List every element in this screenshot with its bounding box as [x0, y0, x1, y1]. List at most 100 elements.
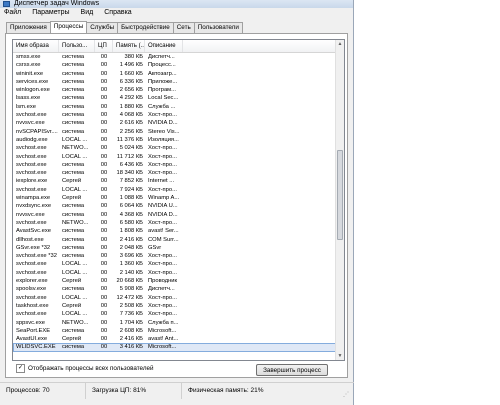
process-row[interactable]: sppsvc.exe NETWO... 00 1 704 КБ Служба п...	[13, 319, 336, 327]
process-rows: smss.exe система 00 380 КБ Диспетч... csrss.e…	[13, 53, 336, 352]
row-image-name: lsm.exe	[16, 103, 36, 110]
column-image-name[interactable]: Имя образа	[13, 40, 59, 52]
process-row[interactable]: svchost.exe LOCAL ... 00 7 736 КБ Хост-про..…	[13, 310, 336, 318]
scroll-thumb[interactable]	[337, 150, 343, 240]
process-row[interactable]: explorer.exe Сергей 00 20 668 КБ Проводник	[13, 277, 336, 285]
process-row[interactable]: SeaPort.EXE система 00 2 608 КБ Microsoft...	[13, 327, 336, 335]
process-row[interactable]: WLIDSVC.EXE система 00 3 416 КБ Microsoft...	[13, 343, 336, 352]
row-memory: 2 416 КБ	[119, 236, 143, 243]
process-row[interactable]: nvvsvc.exe система 00 2 616 КБ NVIDIA D...	[13, 119, 336, 127]
tab-performance[interactable]: Быстродействие	[117, 22, 174, 33]
process-row[interactable]: nvvsvc.exe система 00 4 368 КБ NVIDIA D...	[13, 211, 336, 219]
row-memory: 1 660 КБ	[119, 70, 143, 77]
row-user: NETWO...	[62, 145, 89, 152]
title-bar[interactable]: Диспетчер задач Windows	[0, 0, 353, 8]
process-row[interactable]: winlogon.exe система 00 2 656 КБ Програм...	[13, 86, 336, 94]
tab-users[interactable]: Пользователи	[193, 22, 243, 33]
checkbox-check-icon[interactable]: ✓	[16, 364, 25, 373]
process-row[interactable]: svchost.exe *32 система 00 3 696 КБ Хост-про…	[13, 252, 336, 260]
process-list[interactable]: Имя образа Пользо... ЦП Память (... Опис…	[12, 39, 345, 361]
row-cpu: 00	[100, 302, 108, 309]
row-description: Диспетч...	[148, 54, 175, 60]
process-row[interactable]: svchost.exe система 00 6 436 КБ Хост-про...	[13, 161, 336, 169]
row-user: LOCAL ...	[62, 261, 88, 268]
process-row[interactable]: lsm.exe система 00 1 880 КБ Служба ...	[13, 103, 336, 111]
task-manager-window: Диспетчер задач Windows Файл Параметры В…	[0, 0, 354, 405]
column-memory[interactable]: Память (...	[113, 40, 145, 52]
vertical-scrollbar[interactable]: ▲ ▼	[335, 40, 344, 360]
resize-grip-icon[interactable]: ⋰	[343, 391, 351, 399]
menu-help[interactable]: Справка	[102, 8, 133, 18]
process-row[interactable]: svchost.exe LOCAL ... 00 11 712 КБ Хост-про.…	[13, 153, 336, 161]
process-row[interactable]: svchost.exe LOCAL ... 00 2 140 КБ Хост-про..…	[13, 269, 336, 277]
row-memory: 2 256 КБ	[119, 128, 143, 135]
end-process-button[interactable]: Завершить процесс	[256, 364, 328, 376]
process-row[interactable]: svchost.exe LOCAL ... 00 12 472 КБ Хост-про.…	[13, 294, 336, 302]
row-image-name: svchost.exe	[16, 161, 47, 168]
process-row[interactable]: GSvr.exe *32 система 00 2 048 КБ GSvr	[13, 244, 336, 252]
process-row[interactable]: services.exe система 00 6 336 КБ Приложе...	[13, 78, 336, 86]
row-memory: 380 КБ	[124, 54, 143, 60]
row-user: LOCAL ...	[62, 136, 88, 143]
row-cpu: 00	[100, 103, 108, 110]
scroll-up-icon[interactable]: ▲	[336, 40, 344, 48]
process-row[interactable]: nvSCPAPISvr.... система 00 2 256 КБ Stereo V…	[13, 128, 336, 136]
process-row[interactable]: nvxdsync.exe система 00 6 064 КБ NVIDIA U...	[13, 202, 336, 210]
process-row[interactable]: dllhost.exe система 00 2 416 КБ COM Surr...	[13, 236, 336, 244]
row-cpu: 00	[100, 112, 108, 119]
process-row[interactable]: svchost.exe NETWO... 00 5 024 КБ Хост-про...	[13, 144, 336, 152]
row-cpu: 00	[100, 70, 108, 77]
row-description: Служба ...	[148, 103, 176, 110]
row-memory: 2 140 КБ	[119, 269, 143, 276]
process-row[interactable]: winampa.exe Сергей 00 1 088 КБ Winamp A...	[13, 194, 336, 202]
row-image-name: winampa.exe	[16, 195, 51, 202]
row-user: система	[62, 344, 85, 351]
process-row[interactable]: svchost.exe LOCAL ... 00 7 924 КБ Хост-про..…	[13, 186, 336, 194]
process-row[interactable]: svchost.exe система 00 18 340 КБ Хост-про...	[13, 169, 336, 177]
tab-network[interactable]: Сеть	[172, 22, 195, 33]
row-memory: 7 852 КБ	[119, 178, 143, 185]
column-description[interactable]: Описание	[145, 40, 183, 52]
process-row[interactable]: svchost.exe система 00 4 068 КБ Хост-про...	[13, 111, 336, 119]
tab-processes[interactable]: Процессы	[49, 21, 88, 33]
row-memory: 1 496 КБ	[119, 62, 143, 69]
row-description: NVIDIA D...	[148, 120, 178, 127]
row-description: Хост-про...	[148, 294, 177, 301]
process-row[interactable]: csrss.exe система 00 1 496 КБ Процесс...	[13, 61, 336, 69]
process-row[interactable]: AvastSvc.exe система 00 1 808 КБ avast! Ser.…	[13, 227, 336, 235]
column-user[interactable]: Пользо...	[59, 40, 95, 52]
row-memory: 7 736 КБ	[119, 311, 143, 318]
process-row[interactable]: smss.exe система 00 380 КБ Диспетч...	[13, 53, 336, 61]
column-cpu[interactable]: ЦП	[95, 40, 113, 52]
process-row[interactable]: lsass.exe система 00 4 292 КБ Local Sec...	[13, 94, 336, 102]
row-description: Служба п...	[148, 319, 179, 326]
tab-applications[interactable]: Приложения	[6, 22, 51, 33]
menu-options[interactable]: Параметры	[30, 8, 71, 18]
process-row[interactable]: taskhost.exe Сергей 00 2 508 КБ Хост-про...	[13, 302, 336, 310]
row-description: avast! Ant...	[148, 336, 179, 343]
process-row[interactable]: iexplore.exe Сергей 00 7 852 КБ Internet ...	[13, 177, 336, 185]
row-image-name: explorer.exe	[16, 278, 48, 285]
row-user: система	[62, 236, 85, 243]
process-row[interactable]: audiodg.exe LOCAL ... 00 11 376 КБ Изоляция.…	[13, 136, 336, 144]
process-row[interactable]: spoolsv.exe система 00 5 908 КБ Диспетч...	[13, 285, 336, 293]
tab-services[interactable]: Службы	[86, 22, 119, 33]
row-cpu: 00	[100, 211, 108, 218]
window-title: Диспетчер задач Windows	[14, 0, 100, 7]
process-row[interactable]: svchost.exe NETWO... 00 6 580 КБ Хост-про...	[13, 219, 336, 227]
process-row[interactable]: AvastUI.exe Сергей 00 2 416 КБ avast! Ant...	[13, 335, 336, 343]
row-cpu: 00	[100, 153, 108, 160]
process-row[interactable]: wininit.exe система 00 1 660 КБ Автозагр...	[13, 70, 336, 78]
row-cpu: 00	[100, 203, 108, 210]
menu-file[interactable]: Файл	[2, 8, 23, 18]
row-description: Хост-про...	[148, 153, 177, 160]
row-image-name: svchost.exe	[16, 153, 47, 160]
process-row[interactable]: svchost.exe LOCAL ... 00 1 360 КБ Хост-про..…	[13, 260, 336, 268]
menu-view[interactable]: Вид	[79, 8, 96, 18]
show-all-users-checkbox[interactable]: ✓ Отображать процессы всех пользователей	[16, 364, 154, 373]
row-description: Internet ...	[148, 178, 175, 185]
row-cpu: 00	[100, 195, 108, 202]
row-description: Хост-про...	[148, 161, 177, 168]
row-description: Приложе...	[148, 78, 178, 85]
scroll-down-icon[interactable]: ▼	[336, 352, 344, 360]
